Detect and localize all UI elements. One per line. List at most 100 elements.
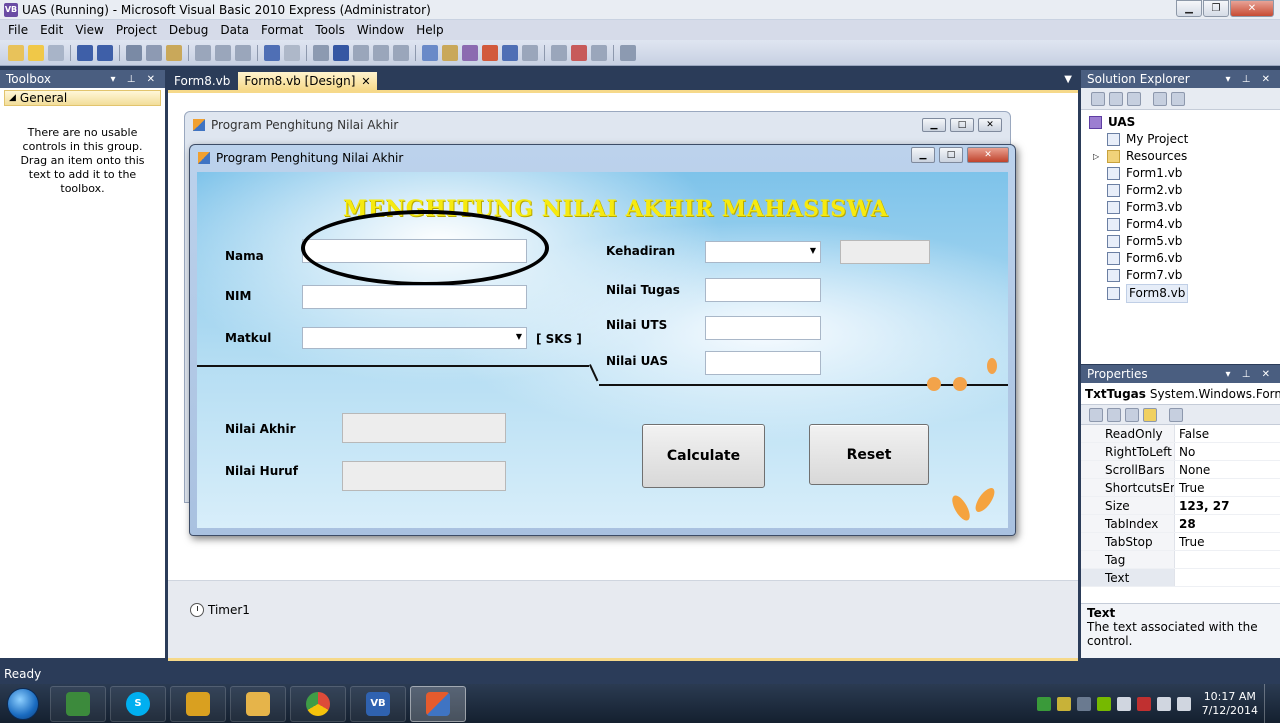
- nilai-uts-input[interactable]: [705, 316, 821, 340]
- property-row[interactable]: Tag: [1081, 551, 1280, 569]
- pane-controls-icon[interactable]: ▾ ⊥ ✕: [1226, 369, 1274, 380]
- tree-item[interactable]: ▷ Resources: [1089, 148, 1280, 165]
- find-icon[interactable]: [195, 44, 211, 61]
- properties-icon[interactable]: [1091, 91, 1105, 106]
- taskbar-app-active[interactable]: [410, 685, 466, 722]
- action-center-icon[interactable]: [1116, 696, 1131, 711]
- pane-controls-icon[interactable]: ▾ ⊥ ✕: [111, 74, 159, 85]
- expand-icon[interactable]: ▷: [1093, 148, 1107, 165]
- matkul-combobox[interactable]: ▼: [302, 327, 527, 349]
- tab-form8-design[interactable]: Form8.vb [Design] ✕: [238, 72, 377, 90]
- immediate-window-icon[interactable]: [591, 44, 607, 61]
- properties-window-icon[interactable]: [442, 44, 458, 61]
- taskbar-app[interactable]: [50, 685, 106, 722]
- property-row[interactable]: ReadOnly False: [1081, 425, 1280, 443]
- tree-item[interactable]: Form6.vb: [1089, 250, 1280, 267]
- volume-icon[interactable]: [1176, 696, 1191, 711]
- tree-item[interactable]: Form7.vb: [1089, 267, 1280, 284]
- save-icon[interactable]: [77, 44, 93, 61]
- tree-item[interactable]: Form1.vb: [1089, 165, 1280, 182]
- toolbox-group-general[interactable]: ◢ General: [4, 90, 161, 106]
- menu-view[interactable]: View: [69, 23, 109, 37]
- tree-item[interactable]: Form3.vb: [1089, 199, 1280, 216]
- tab-form8-code[interactable]: Form8.vb: [168, 72, 236, 90]
- redo-icon[interactable]: [284, 44, 300, 61]
- tree-item[interactable]: Form5.vb: [1089, 233, 1280, 250]
- form-minimize-button[interactable]: ▁: [911, 147, 935, 163]
- form-maximize-button[interactable]: □: [939, 147, 963, 163]
- start-page-icon[interactable]: [502, 44, 518, 61]
- tree-item[interactable]: Form2.vb: [1089, 182, 1280, 199]
- tray-app-icon[interactable]: [1056, 696, 1071, 711]
- new-project-icon[interactable]: [8, 44, 24, 61]
- property-pages-icon[interactable]: [1169, 407, 1183, 422]
- restore-button[interactable]: ❐: [1203, 0, 1229, 17]
- form-close-button[interactable]: ✕: [967, 147, 1009, 163]
- nvidia-icon[interactable]: [1096, 696, 1111, 711]
- add-item-icon[interactable]: [48, 44, 64, 61]
- start-button[interactable]: [0, 684, 46, 723]
- tree-item[interactable]: Form4.vb: [1089, 216, 1280, 233]
- menu-data[interactable]: Data: [214, 23, 255, 37]
- network-icon[interactable]: [1156, 696, 1171, 711]
- categorized-icon[interactable]: [1089, 407, 1103, 422]
- chevron-down-icon[interactable]: ▼: [1064, 74, 1072, 85]
- nilai-uas-input[interactable]: [705, 351, 821, 375]
- paste-icon[interactable]: [166, 44, 182, 61]
- property-row[interactable]: TabIndex 28: [1081, 515, 1280, 533]
- property-row[interactable]: TabStop True: [1081, 533, 1280, 551]
- pane-controls-icon[interactable]: ▾ ⊥ ✕: [1226, 74, 1274, 85]
- view-code-icon[interactable]: [1153, 91, 1167, 106]
- taskbar-app[interactable]: [230, 685, 286, 722]
- alphabetical-icon[interactable]: [1107, 407, 1121, 422]
- view-designer-icon[interactable]: [1171, 91, 1185, 106]
- tray-app-icon[interactable]: [1136, 696, 1151, 711]
- comment-icon[interactable]: [215, 44, 231, 61]
- menu-edit[interactable]: Edit: [34, 23, 69, 37]
- kehadiran-combobox[interactable]: ▼: [705, 241, 821, 263]
- menu-format[interactable]: Format: [255, 23, 309, 37]
- taskbar-app[interactable]: [290, 685, 346, 722]
- step-over-icon[interactable]: [373, 44, 389, 61]
- tray-app-icon[interactable]: [1036, 696, 1051, 711]
- stop-debugging-icon[interactable]: [333, 44, 349, 61]
- events-icon[interactable]: [1143, 407, 1157, 422]
- show-all-files-icon[interactable]: [1109, 91, 1123, 106]
- property-row[interactable]: ScrollBars None: [1081, 461, 1280, 479]
- menu-window[interactable]: Window: [351, 23, 410, 37]
- cut-icon[interactable]: [126, 44, 142, 61]
- solution-explorer-icon[interactable]: [422, 44, 438, 61]
- properties-view-icon[interactable]: [1125, 407, 1139, 422]
- calculate-button[interactable]: Calculate: [642, 424, 765, 488]
- tree-item[interactable]: My Project: [1089, 131, 1280, 148]
- customize-toolbar-icon[interactable]: [620, 44, 636, 61]
- taskbar-clock[interactable]: 10:17 AM 7/12/2014: [1202, 690, 1258, 718]
- object-browser-icon[interactable]: [462, 44, 478, 61]
- reset-button[interactable]: Reset: [809, 424, 929, 485]
- close-button[interactable]: ✕: [1230, 0, 1274, 17]
- menu-file[interactable]: File: [2, 23, 34, 37]
- taskbar-app[interactable]: VB: [350, 685, 406, 722]
- nim-input[interactable]: [302, 285, 527, 309]
- uncomment-icon[interactable]: [235, 44, 251, 61]
- property-row[interactable]: RightToLeft No: [1081, 443, 1280, 461]
- extension-manager-icon[interactable]: [522, 44, 538, 61]
- properties-object-selector[interactable]: TxtTugas System.Windows.Forms ▼: [1081, 383, 1280, 405]
- minimize-button[interactable]: ▁: [1176, 0, 1202, 17]
- taskbar-app[interactable]: S: [110, 685, 166, 722]
- open-file-icon[interactable]: [28, 44, 44, 61]
- tray-app-icon[interactable]: [1076, 696, 1091, 711]
- property-row[interactable]: ShortcutsEnalTrue: [1081, 479, 1280, 497]
- tree-project[interactable]: UAS: [1089, 114, 1280, 131]
- property-row[interactable]: Size 123, 27: [1081, 497, 1280, 515]
- copy-icon[interactable]: [146, 44, 162, 61]
- menu-project[interactable]: Project: [110, 23, 163, 37]
- undo-icon[interactable]: [264, 44, 280, 61]
- start-debugging-icon[interactable]: [313, 44, 329, 61]
- running-form-window[interactable]: Program Penghitung Nilai Akhir ▁ □ ✕ MEN…: [189, 144, 1016, 536]
- nilai-tugas-input[interactable]: [705, 278, 821, 302]
- step-out-icon[interactable]: [393, 44, 409, 61]
- timer-component[interactable]: Timer1: [190, 603, 250, 617]
- save-all-icon[interactable]: [97, 44, 113, 61]
- menu-help[interactable]: Help: [410, 23, 449, 37]
